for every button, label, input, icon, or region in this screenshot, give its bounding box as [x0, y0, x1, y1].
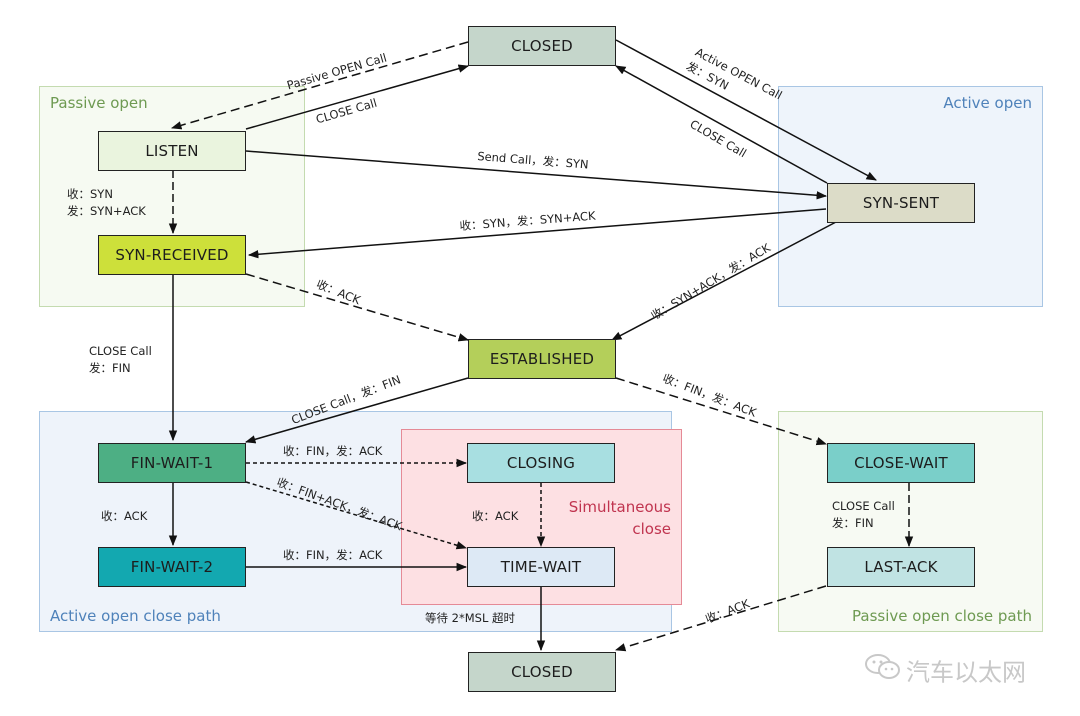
label-closing-to-timewait: 收：ACK	[472, 509, 519, 523]
state-closed-bottom[interactable]: CLOSED	[468, 652, 616, 692]
state-closing[interactable]: CLOSING	[467, 443, 615, 483]
label-fw1-to-fw2: 收：ACK	[101, 509, 148, 523]
state-label: SYN-RECEIVED	[115, 246, 229, 264]
state-label: CLOSE-WAIT	[854, 454, 948, 472]
label-synrcvd-to-fw1-1: CLOSE Call	[89, 344, 152, 358]
state-last-ack[interactable]: LAST-ACK	[827, 547, 975, 587]
edge-active-open-call	[615, 39, 877, 181]
state-syn-received[interactable]: SYN-RECEIVED	[98, 235, 246, 275]
wechat-icon	[864, 652, 902, 688]
label-synrcvd-to-fw1-2: 发：FIN	[89, 361, 131, 375]
state-label: FIN-WAIT-2	[130, 558, 214, 576]
label-fw1-to-closing: 收：FIN，发：ACK	[283, 444, 383, 458]
state-listen[interactable]: LISTEN	[98, 131, 246, 171]
state-fin-wait-2[interactable]: FIN-WAIT-2	[98, 547, 246, 587]
label-closewait-to-lastack-1: CLOSE Call	[832, 499, 895, 513]
state-label: TIME-WAIT	[500, 558, 582, 576]
label-listen-to-synrcvd-1: 收：SYN	[67, 187, 113, 201]
state-established[interactable]: ESTABLISHED	[468, 339, 616, 379]
state-label: CLOSED	[511, 663, 573, 681]
state-label: CLOSED	[511, 37, 573, 55]
state-label: FIN-WAIT-1	[130, 454, 214, 472]
label-timewait-to-closed: 等待 2*MSL 超时	[425, 611, 516, 625]
watermark-text: 汽车以太网	[906, 658, 1026, 687]
label-closewait-to-lastack-2: 发：FIN	[832, 516, 874, 530]
state-label: ESTABLISHED	[489, 350, 595, 368]
edge-est-to-closewait	[615, 377, 828, 446]
state-syn-sent[interactable]: SYN-SENT	[827, 183, 975, 223]
label-fw2-to-timewait: 收：FIN，发：ACK	[283, 548, 383, 562]
label-listen-to-synrcvd-2: 发：SYN+ACK	[67, 204, 146, 218]
state-fin-wait-1[interactable]: FIN-WAIT-1	[98, 443, 246, 483]
state-label: LAST-ACK	[864, 558, 938, 576]
state-closed-top[interactable]: CLOSED	[468, 26, 616, 66]
state-time-wait[interactable]: TIME-WAIT	[467, 547, 615, 587]
state-label: CLOSING	[506, 454, 576, 472]
tcp-state-diagram: Passive open Active open Active open clo…	[0, 0, 1080, 716]
state-label: LISTEN	[145, 142, 199, 160]
state-label: SYN-SENT	[862, 194, 940, 212]
state-close-wait[interactable]: CLOSE-WAIT	[827, 443, 975, 483]
watermark: 汽车以太网	[864, 652, 1026, 688]
